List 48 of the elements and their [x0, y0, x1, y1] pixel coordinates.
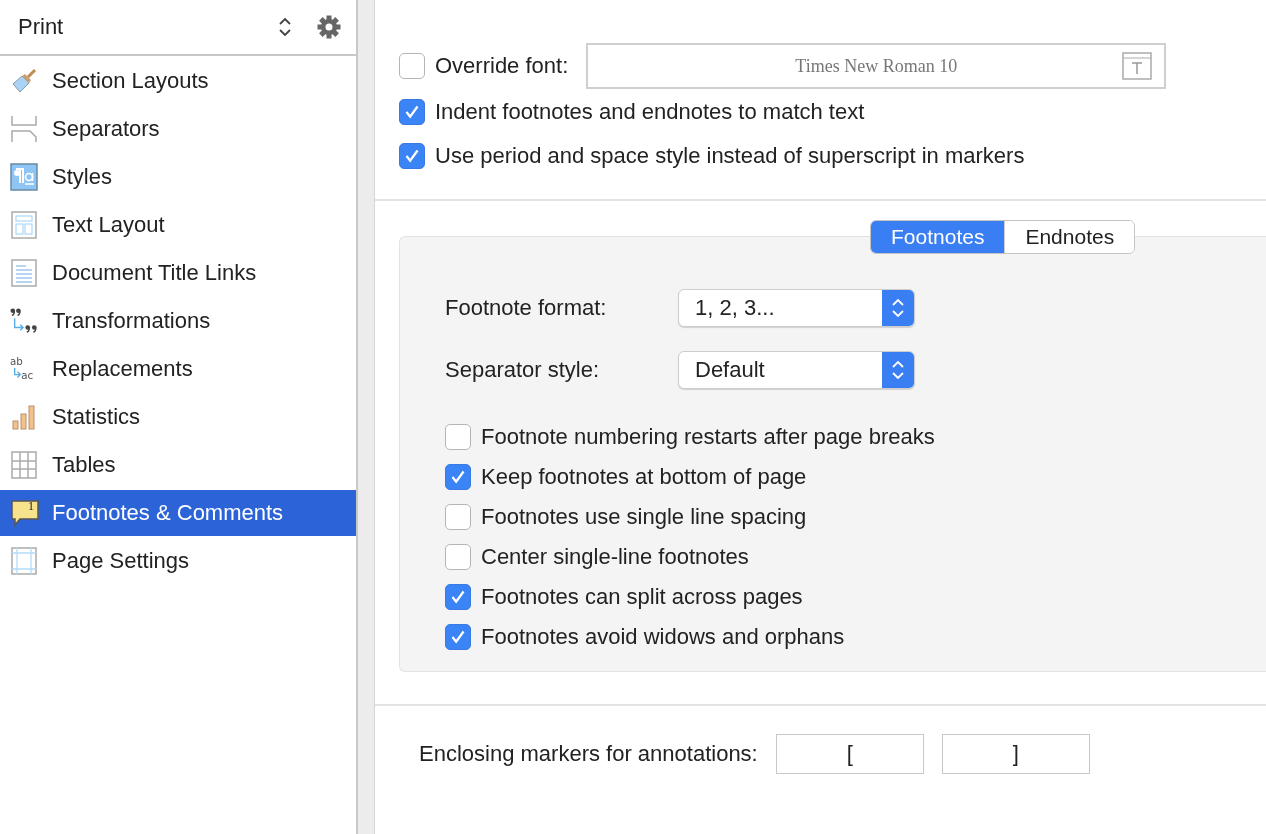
popup-label: Separator style:	[445, 357, 601, 383]
paragraph-style-icon	[10, 163, 38, 191]
checkbox-label: Use period and space style instead of superscript in markers	[435, 143, 1025, 169]
input-field[interactable]: [	[775, 734, 924, 774]
sidebar-item[interactable]: Statistics	[0, 394, 356, 440]
sidebar-item[interactable]: ab ac Replacements	[0, 346, 356, 392]
preset-title: Print	[18, 14, 65, 40]
document-icon	[10, 259, 38, 287]
tab[interactable]: Endnotes	[1004, 221, 1135, 253]
popup-label: Footnote format:	[445, 295, 608, 321]
checkbox-label: Footnotes avoid widows and orphans	[481, 624, 845, 650]
sidebar-item[interactable]: Styles	[0, 154, 356, 200]
checkbox-label: Footnote numbering restarts after page breaks	[481, 424, 935, 450]
settings-icon[interactable]	[316, 14, 342, 40]
sidebar-item[interactable]: Tables	[0, 442, 356, 488]
checkbox-label: Keep footnotes at bottom of page	[481, 464, 807, 490]
sidebar-item[interactable]: Transformations	[0, 298, 356, 344]
enclosing-markers-label: Enclosing markers for annotations:	[419, 741, 758, 767]
checkbox-label: Indent footnotes and endnotes to match text	[435, 99, 865, 125]
bar-chart-icon	[10, 403, 38, 431]
checkbox-label: Footnotes use single line spacing	[481, 504, 807, 530]
override-font-label: Override font:	[435, 53, 569, 79]
sidebar-item[interactable]: Page Settings	[0, 538, 356, 584]
font-field[interactable]: Times New Roman 10	[586, 43, 1167, 89]
checkbox-label: Center single-line footnotes	[481, 544, 749, 570]
sidebar-item[interactable]: Text Layout	[0, 202, 356, 248]
up-down-chevron-icon[interactable]	[278, 16, 292, 38]
quote-arrow-icon	[10, 307, 38, 335]
layout-icon	[10, 211, 38, 239]
checkbox-box[interactable]	[399, 53, 425, 79]
badge-count: 1	[28, 499, 34, 514]
separator-icon	[10, 115, 38, 143]
sidebar-item[interactable]: Section Layouts	[0, 58, 356, 104]
checkbox-label: Footnotes can split across pages	[481, 584, 803, 610]
popup-button[interactable]: Default	[678, 351, 915, 389]
sidebar-item[interactable]: 1 Footnotes & Comments	[0, 490, 356, 536]
up-down-chevron-icon	[882, 290, 914, 326]
speech-bubble-icon	[10, 499, 40, 527]
tab[interactable]: Footnotes	[871, 221, 1005, 253]
font-picker-icon[interactable]	[1122, 52, 1153, 80]
popup-button[interactable]: 1, 2, 3...	[678, 289, 915, 327]
up-down-chevron-icon	[882, 352, 914, 388]
sidebar-item[interactable]: Separators	[0, 106, 356, 152]
paintbrush-icon	[10, 67, 38, 95]
page-grid-icon	[10, 547, 38, 575]
sidebar-item[interactable]: Document Title Links	[0, 250, 356, 296]
input-field[interactable]: ]	[941, 734, 1090, 774]
table-icon	[10, 451, 38, 479]
